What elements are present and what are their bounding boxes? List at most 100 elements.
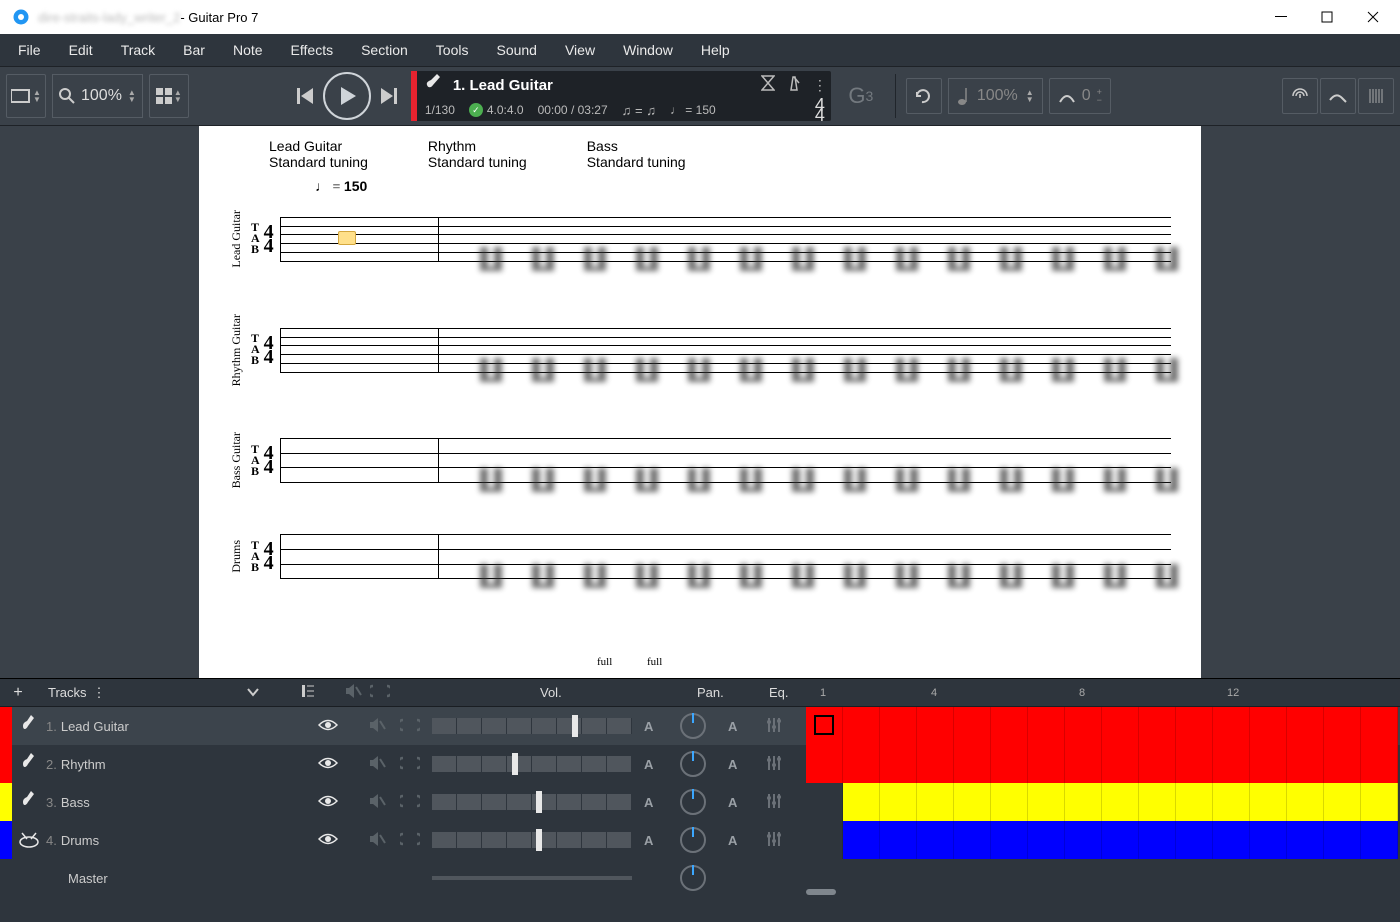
track-timeline[interactable] bbox=[806, 707, 1400, 745]
tab-clef: TAB bbox=[251, 333, 260, 366]
menu-effects[interactable]: Effects bbox=[277, 36, 348, 64]
undo-button[interactable] bbox=[906, 78, 942, 114]
menu-file[interactable]: File bbox=[4, 36, 55, 64]
next-button[interactable] bbox=[373, 74, 405, 118]
header-solo-icon[interactable] bbox=[370, 683, 390, 702]
menu-bar[interactable]: Bar bbox=[169, 36, 219, 64]
volume-slider[interactable] bbox=[432, 756, 632, 772]
add-track-button[interactable]: + bbox=[6, 684, 30, 702]
eq-icon[interactable] bbox=[766, 716, 782, 737]
track-row[interactable]: 3. Bass A A bbox=[0, 783, 1400, 821]
fretboard-button[interactable] bbox=[1358, 78, 1394, 114]
note-duration-selector[interactable]: 100% ▲▼ bbox=[948, 78, 1043, 114]
tuner-button[interactable]: 0 +− bbox=[1049, 78, 1111, 114]
vol-auto-icon[interactable]: A bbox=[644, 719, 653, 734]
track-row[interactable]: 2. Rhythm A A bbox=[0, 745, 1400, 783]
visibility-icon[interactable] bbox=[318, 756, 338, 773]
current-track-name: 1. Lead Guitar bbox=[453, 77, 553, 94]
play-button[interactable] bbox=[323, 72, 371, 120]
menu-tools[interactable]: Tools bbox=[422, 36, 483, 64]
track-color bbox=[0, 745, 12, 783]
staff-lines bbox=[280, 438, 1171, 482]
line-in-button[interactable] bbox=[1320, 78, 1356, 114]
tracks-menu-icon[interactable]: ⋮ bbox=[93, 685, 106, 701]
collapse-icon[interactable] bbox=[246, 685, 260, 700]
mute-icon[interactable] bbox=[368, 717, 386, 736]
pan-auto-icon[interactable]: A bbox=[728, 795, 737, 810]
track-row[interactable]: 4. Drums A A bbox=[0, 821, 1400, 859]
master-volume-slider[interactable] bbox=[432, 876, 632, 880]
eq-icon[interactable] bbox=[766, 830, 782, 851]
solo-icon[interactable] bbox=[400, 793, 420, 812]
timeline-ruler: 14812 bbox=[820, 687, 1400, 699]
menu-help[interactable]: Help bbox=[687, 36, 744, 64]
pan-knob[interactable] bbox=[680, 789, 706, 815]
visibility-icon[interactable] bbox=[318, 832, 338, 849]
solo-icon[interactable] bbox=[400, 755, 420, 774]
minimize-button[interactable] bbox=[1258, 2, 1304, 32]
zoom-field[interactable]: 100% ▲▼ bbox=[52, 74, 143, 118]
track-name: Bass bbox=[61, 795, 90, 810]
col-volume: Vol. bbox=[540, 685, 562, 700]
volume-slider[interactable] bbox=[432, 832, 632, 848]
eq-icon[interactable] bbox=[766, 754, 782, 775]
rse-button[interactable] bbox=[1282, 78, 1318, 114]
mute-icon[interactable] bbox=[368, 831, 386, 850]
master-pan-knob[interactable] bbox=[680, 865, 706, 891]
time-position: 00:00 / 03:27 bbox=[538, 103, 608, 117]
layout-button[interactable]: ▲▼ bbox=[149, 74, 189, 118]
inst-name-0: Lead Guitar bbox=[269, 138, 368, 154]
staff-row[interactable]: Lead Guitar TAB 44 bbox=[229, 210, 1171, 268]
document-area[interactable]: Lead GuitarStandard tuning RhythmStandar… bbox=[0, 126, 1400, 678]
maximize-button[interactable] bbox=[1304, 2, 1350, 32]
metronome-icon[interactable] bbox=[787, 75, 801, 96]
titlebar: dire-straits-lady_writer_2 - Guitar Pro … bbox=[0, 0, 1400, 34]
staff-row[interactable]: Bass Guitar TAB 44 bbox=[229, 432, 1171, 488]
countdown-icon[interactable] bbox=[761, 75, 775, 96]
pan-auto-icon[interactable]: A bbox=[728, 833, 737, 848]
header-mute-icon[interactable] bbox=[344, 683, 362, 702]
track-timeline[interactable] bbox=[806, 821, 1400, 859]
track-timeline[interactable] bbox=[806, 783, 1400, 821]
vol-auto-icon[interactable]: A bbox=[644, 833, 653, 848]
staff-row[interactable]: Rhythm Guitar TAB 44 bbox=[229, 314, 1171, 386]
vol-auto-icon[interactable]: A bbox=[644, 757, 653, 772]
multitrack-icon[interactable] bbox=[300, 683, 316, 702]
volume-slider[interactable] bbox=[432, 718, 632, 734]
vol-auto-icon[interactable]: A bbox=[644, 795, 653, 810]
display-mode-button[interactable]: ▲▼ bbox=[6, 74, 46, 118]
staff-row[interactable]: Drums TAB 44 bbox=[229, 534, 1171, 578]
track-row[interactable]: 1. Lead Guitar A A bbox=[0, 707, 1400, 745]
solo-icon[interactable] bbox=[400, 717, 420, 736]
visibility-icon[interactable] bbox=[318, 718, 338, 735]
prev-button[interactable] bbox=[289, 74, 321, 118]
more-icon[interactable]: ⋮ bbox=[813, 77, 827, 94]
mute-icon[interactable] bbox=[368, 755, 386, 774]
menu-note[interactable]: Note bbox=[219, 36, 277, 64]
volume-slider[interactable] bbox=[432, 794, 632, 810]
pan-knob[interactable] bbox=[680, 827, 706, 853]
tuner-value: 0 bbox=[1082, 87, 1091, 105]
menu-window[interactable]: Window bbox=[609, 36, 687, 64]
timeline-scrollbar[interactable] bbox=[806, 889, 836, 895]
mute-icon[interactable] bbox=[368, 793, 386, 812]
master-track-row[interactable]: Master bbox=[0, 859, 1400, 897]
menu-section[interactable]: Section bbox=[347, 36, 422, 64]
staff-label: Rhythm Guitar bbox=[229, 314, 247, 386]
app-name: - Guitar Pro 7 bbox=[180, 10, 258, 25]
chord-display: G3 bbox=[837, 71, 885, 121]
pan-auto-icon[interactable]: A bbox=[728, 719, 737, 734]
solo-icon[interactable] bbox=[400, 831, 420, 850]
pan-auto-icon[interactable]: A bbox=[728, 757, 737, 772]
visibility-icon[interactable] bbox=[318, 794, 338, 811]
close-button[interactable] bbox=[1350, 2, 1396, 32]
pan-knob[interactable] bbox=[680, 751, 706, 777]
track-timeline[interactable] bbox=[806, 745, 1400, 783]
menu-track[interactable]: Track bbox=[107, 36, 169, 64]
menu-edit[interactable]: Edit bbox=[55, 36, 107, 64]
menu-view[interactable]: View bbox=[551, 36, 609, 64]
eq-icon[interactable] bbox=[766, 792, 782, 813]
menu-sound[interactable]: Sound bbox=[482, 36, 550, 64]
time-signature: 44 bbox=[815, 100, 825, 120]
pan-knob[interactable] bbox=[680, 713, 706, 739]
